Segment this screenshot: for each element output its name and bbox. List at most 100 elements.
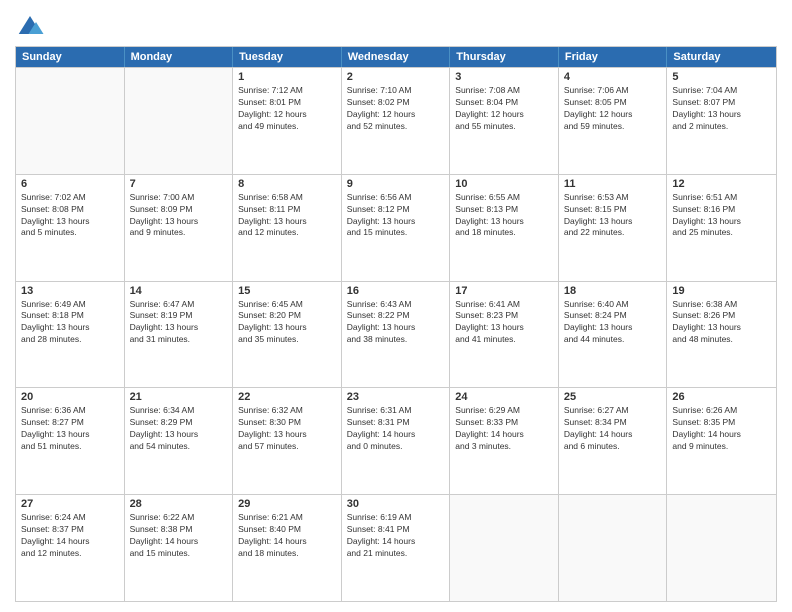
day-number: 6 [21,178,119,190]
day-number: 3 [455,71,553,83]
day-info: Sunrise: 6:31 AM Sunset: 8:31 PM Dayligh… [347,405,445,453]
day-info: Sunrise: 6:32 AM Sunset: 8:30 PM Dayligh… [238,405,336,453]
table-row: 29 Sunrise: 6:21 AM Sunset: 8:40 PM Dayli… [233,495,342,601]
header-day-saturday: Saturday [667,47,776,67]
day-info: Sunrise: 6:26 AM Sunset: 8:35 PM Dayligh… [672,405,771,453]
day-info: Sunrise: 6:51 AM Sunset: 8:16 PM Dayligh… [672,192,771,240]
calendar-header: SundayMondayTuesdayWednesdayThursdayFrid… [16,47,776,67]
day-info: Sunrise: 6:19 AM Sunset: 8:41 PM Dayligh… [347,512,445,560]
logo [15,10,49,40]
week-row-5: 27 Sunrise: 6:24 AM Sunset: 8:37 PM Dayli… [16,494,776,601]
page: SundayMondayTuesdayWednesdayThursdayFrid… [0,0,792,612]
day-info: Sunrise: 7:06 AM Sunset: 8:05 PM Dayligh… [564,85,662,133]
header-day-tuesday: Tuesday [233,47,342,67]
table-row: 10 Sunrise: 6:55 AM Sunset: 8:13 PM Dayli… [450,175,559,281]
day-number: 17 [455,285,553,297]
table-row: 20 Sunrise: 6:36 AM Sunset: 8:27 PM Dayli… [16,388,125,494]
day-info: Sunrise: 6:40 AM Sunset: 8:24 PM Dayligh… [564,299,662,347]
day-info: Sunrise: 6:58 AM Sunset: 8:11 PM Dayligh… [238,192,336,240]
day-number: 2 [347,71,445,83]
day-number: 12 [672,178,771,190]
day-number: 9 [347,178,445,190]
header-day-thursday: Thursday [450,47,559,67]
table-row: 30 Sunrise: 6:19 AM Sunset: 8:41 PM Dayli… [342,495,451,601]
day-info: Sunrise: 6:29 AM Sunset: 8:33 PM Dayligh… [455,405,553,453]
table-row: 14Sunrise: 6:47 AM Sunset: 8:19 PM Dayli… [125,282,234,388]
day-number: 30 [347,498,445,510]
table-row: 25 Sunrise: 6:27 AM Sunset: 8:34 PM Dayli… [559,388,668,494]
day-number: 11 [564,178,662,190]
table-row [559,495,668,601]
day-number: 24 [455,391,553,403]
header-day-sunday: Sunday [16,47,125,67]
table-row: 28Sunrise: 6:22 AM Sunset: 8:38 PM Dayli… [125,495,234,601]
day-info: Sunrise: 6:53 AM Sunset: 8:15 PM Dayligh… [564,192,662,240]
day-info: Sunrise: 6:43 AM Sunset: 8:22 PM Dayligh… [347,299,445,347]
header-day-wednesday: Wednesday [342,47,451,67]
day-number: 26 [672,391,771,403]
table-row: 15Sunrise: 6:45 AM Sunset: 8:20 PM Dayli… [233,282,342,388]
table-row: 19 Sunrise: 6:38 AM Sunset: 8:26 PM Dayli… [667,282,776,388]
day-info: Sunrise: 6:55 AM Sunset: 8:13 PM Dayligh… [455,192,553,240]
table-row: 8 Sunrise: 6:58 AM Sunset: 8:11 PM Daylig… [233,175,342,281]
day-number: 4 [564,71,662,83]
day-info: Sunrise: 7:12 AM Sunset: 8:01 PM Dayligh… [238,85,336,133]
day-info: Sunrise: 7:00 AM Sunset: 8:09 PM Dayligh… [130,192,228,240]
calendar: SundayMondayTuesdayWednesdayThursdayFrid… [15,46,777,602]
table-row: 24 Sunrise: 6:29 AM Sunset: 8:33 PM Dayli… [450,388,559,494]
table-row: 7 Sunrise: 7:00 AM Sunset: 8:09 PM Daylig… [125,175,234,281]
day-info: Sunrise: 6:36 AM Sunset: 8:27 PM Dayligh… [21,405,119,453]
table-row: 6 Sunrise: 7:02 AM Sunset: 8:08 PM Daylig… [16,175,125,281]
day-number: 28 [130,498,228,510]
week-row-4: 20 Sunrise: 6:36 AM Sunset: 8:27 PM Dayli… [16,387,776,494]
day-info: Sunrise: 6:47 AM Sunset: 8:19 PM Dayligh… [130,299,228,347]
table-row [667,495,776,601]
day-number: 19 [672,285,771,297]
day-info: Sunrise: 6:21 AM Sunset: 8:40 PM Dayligh… [238,512,336,560]
week-row-1: 1 Sunrise: 7:12 AM Sunset: 8:01 PM Daylig… [16,67,776,174]
day-info: Sunrise: 6:24 AM Sunset: 8:37 PM Dayligh… [21,512,119,560]
day-number: 16 [347,285,445,297]
table-row: 13Sunrise: 6:49 AM Sunset: 8:18 PM Dayli… [16,282,125,388]
day-info: Sunrise: 7:02 AM Sunset: 8:08 PM Dayligh… [21,192,119,240]
table-row: 12 Sunrise: 6:51 AM Sunset: 8:16 PM Dayli… [667,175,776,281]
table-row: 5 Sunrise: 7:04 AM Sunset: 8:07 PM Daylig… [667,68,776,174]
day-number: 10 [455,178,553,190]
logo-icon [15,10,45,40]
day-info: Sunrise: 7:04 AM Sunset: 8:07 PM Dayligh… [672,85,771,133]
header-day-friday: Friday [559,47,668,67]
day-info: Sunrise: 6:34 AM Sunset: 8:29 PM Dayligh… [130,405,228,453]
day-number: 20 [21,391,119,403]
day-info: Sunrise: 6:38 AM Sunset: 8:26 PM Dayligh… [672,299,771,347]
day-number: 18 [564,285,662,297]
day-info: Sunrise: 6:41 AM Sunset: 8:23 PM Dayligh… [455,299,553,347]
day-info: Sunrise: 7:08 AM Sunset: 8:04 PM Dayligh… [455,85,553,133]
day-number: 8 [238,178,336,190]
header [15,10,777,40]
day-info: Sunrise: 6:27 AM Sunset: 8:34 PM Dayligh… [564,405,662,453]
table-row: 4 Sunrise: 7:06 AM Sunset: 8:05 PM Daylig… [559,68,668,174]
table-row: 26 Sunrise: 6:26 AM Sunset: 8:35 PM Dayli… [667,388,776,494]
day-number: 13 [21,285,119,297]
day-number: 5 [672,71,771,83]
day-number: 27 [21,498,119,510]
day-number: 7 [130,178,228,190]
day-number: 25 [564,391,662,403]
day-number: 1 [238,71,336,83]
day-number: 21 [130,391,228,403]
table-row: 1 Sunrise: 7:12 AM Sunset: 8:01 PM Daylig… [233,68,342,174]
calendar-body: 1 Sunrise: 7:12 AM Sunset: 8:01 PM Daylig… [16,67,776,601]
day-number: 23 [347,391,445,403]
table-row [450,495,559,601]
table-row: 17 Sunrise: 6:41 AM Sunset: 8:23 PM Dayli… [450,282,559,388]
table-row: 23 Sunrise: 6:31 AM Sunset: 8:31 PM Dayli… [342,388,451,494]
table-row: 21 Sunrise: 6:34 AM Sunset: 8:29 PM Dayli… [125,388,234,494]
table-row: 3 Sunrise: 7:08 AM Sunset: 8:04 PM Daylig… [450,68,559,174]
day-info: Sunrise: 7:10 AM Sunset: 8:02 PM Dayligh… [347,85,445,133]
table-row [16,68,125,174]
day-info: Sunrise: 6:56 AM Sunset: 8:12 PM Dayligh… [347,192,445,240]
table-row [125,68,234,174]
day-number: 29 [238,498,336,510]
table-row: 9 Sunrise: 6:56 AM Sunset: 8:12 PM Daylig… [342,175,451,281]
table-row: 22Sunrise: 6:32 AM Sunset: 8:30 PM Dayli… [233,388,342,494]
